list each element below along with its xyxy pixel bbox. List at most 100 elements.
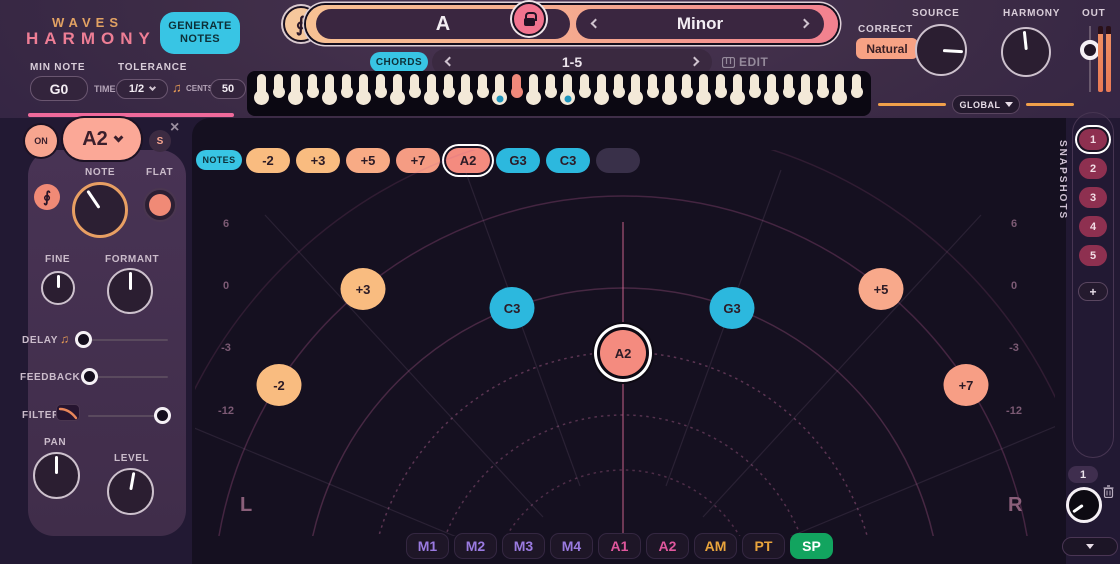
voice-node[interactable]: +7 [943, 364, 989, 406]
piano-key[interactable] [712, 74, 729, 98]
voice-node[interactable]: C3 [489, 287, 535, 329]
piano-key[interactable] [695, 74, 712, 105]
cents-field[interactable]: 50 [210, 79, 246, 99]
fine-knob[interactable] [41, 271, 75, 305]
expand-button[interactable] [1062, 537, 1118, 556]
note-duration-icon: ♫ [172, 80, 182, 95]
clef-icon[interactable]: ∮ [34, 184, 60, 210]
snapshot-1[interactable]: 1 [1079, 129, 1107, 150]
tab-a1[interactable]: A1 [598, 533, 641, 559]
generate-notes-button[interactable]: GENERATE NOTES [160, 12, 240, 54]
piano-key[interactable] [423, 74, 440, 105]
voice-node[interactable]: -2 [256, 364, 302, 406]
voice-node-selected[interactable]: A2 [600, 330, 646, 376]
piano-key[interactable] [644, 74, 661, 98]
tab-m2[interactable]: M2 [454, 533, 497, 559]
global-dropdown[interactable]: GLOBAL [952, 95, 1020, 114]
tab-m4[interactable]: M4 [550, 533, 593, 559]
piano-key[interactable] [593, 74, 610, 105]
voice-note-dropdown[interactable]: A2 [63, 118, 141, 160]
min-note-field[interactable]: G0 [30, 76, 88, 101]
piano-key[interactable] [678, 74, 695, 98]
piano-key[interactable] [457, 74, 474, 105]
time-dropdown[interactable]: 1/2 [116, 79, 168, 99]
piano-key[interactable] [627, 74, 644, 105]
flat-toggle[interactable] [143, 188, 177, 222]
filter-slider-handle[interactable] [154, 407, 171, 424]
current-snapshot: 1 [1068, 466, 1098, 483]
piano-key[interactable] [848, 74, 865, 98]
piano-key[interactable] [355, 74, 372, 105]
snapshot-5[interactable]: 5 [1079, 245, 1107, 266]
piano-key[interactable] [525, 74, 542, 105]
chevron-right-icon[interactable] [689, 56, 700, 67]
snapshot-2[interactable]: 2 [1079, 158, 1107, 179]
delay-slider[interactable] [75, 331, 168, 348]
piano-key-active[interactable] [508, 74, 525, 98]
piano-key[interactable] [780, 74, 797, 98]
piano-key[interactable] [270, 74, 287, 98]
harmony-knob[interactable] [1001, 27, 1051, 77]
piano-key[interactable] [797, 74, 814, 105]
piano-key[interactable] [321, 74, 338, 105]
voice-solo-button[interactable]: S [149, 130, 171, 152]
voice-node[interactable]: G3 [709, 287, 755, 329]
piano-key[interactable] [763, 74, 780, 105]
piano-key[interactable] [474, 74, 491, 98]
piano-key[interactable] [542, 74, 559, 98]
piano-key[interactable] [661, 74, 678, 105]
tab-am[interactable]: AM [694, 533, 737, 559]
edit-button[interactable]: EDIT [722, 55, 768, 69]
note-knob[interactable] [72, 182, 128, 238]
scale-selector[interactable]: Minor [576, 9, 824, 39]
snapshot-4[interactable]: 4 [1079, 216, 1107, 237]
filter-curve-icon[interactable] [56, 404, 80, 421]
tab-sp[interactable]: SP [790, 533, 833, 559]
note-icon: ♫ [60, 332, 69, 346]
voice-node[interactable]: +3 [340, 268, 386, 310]
piano-key[interactable] [372, 74, 389, 98]
source-knob[interactable] [915, 24, 967, 76]
lock-button[interactable] [512, 2, 546, 36]
piano-key[interactable] [253, 74, 270, 105]
piano-keyboard[interactable] [247, 71, 871, 116]
tab-a2[interactable]: A2 [646, 533, 689, 559]
filter-slider[interactable] [88, 407, 171, 424]
piano-key[interactable] [406, 74, 423, 98]
piano-key[interactable] [831, 74, 848, 105]
pan-knob[interactable] [33, 452, 80, 499]
piano-key[interactable] [287, 74, 304, 105]
piano-key[interactable] [304, 74, 321, 98]
piano-key[interactable] [389, 74, 406, 105]
piano-key[interactable] [338, 74, 355, 98]
voice-node[interactable]: +5 [858, 268, 904, 310]
out-fader-handle[interactable] [1080, 40, 1100, 60]
piano-key[interactable] [440, 74, 457, 98]
level-knob[interactable] [107, 468, 154, 515]
correct-mode-badge[interactable]: Natural [856, 38, 918, 59]
tab-m1[interactable]: M1 [406, 533, 449, 559]
delay-slider-handle[interactable] [75, 331, 92, 348]
chevron-left-icon[interactable] [444, 56, 455, 67]
piano-key[interactable] [729, 74, 746, 105]
piano-key[interactable] [559, 74, 576, 105]
chevron-left-icon[interactable] [590, 18, 601, 29]
feedback-slider-handle[interactable] [81, 368, 98, 385]
mix-knob[interactable] [1066, 487, 1102, 523]
snapshot-add-button[interactable]: + [1078, 282, 1108, 301]
piano-key[interactable] [610, 74, 627, 98]
chevron-right-icon[interactable] [799, 18, 810, 29]
piano-key[interactable] [746, 74, 763, 98]
piano-key[interactable] [491, 74, 508, 105]
piano-key[interactable] [576, 74, 593, 98]
voice-on-button[interactable]: ON [25, 125, 57, 157]
formant-knob[interactable] [107, 268, 153, 314]
feedback-slider[interactable] [81, 368, 168, 385]
snapshot-3[interactable]: 3 [1079, 187, 1107, 208]
tab-pt[interactable]: PT [742, 533, 785, 559]
trash-icon[interactable] [1103, 485, 1114, 503]
tab-m3[interactable]: M3 [502, 533, 545, 559]
close-icon[interactable]: × [170, 119, 179, 137]
chords-badge[interactable]: CHORDS [370, 52, 428, 72]
piano-key[interactable] [814, 74, 831, 98]
